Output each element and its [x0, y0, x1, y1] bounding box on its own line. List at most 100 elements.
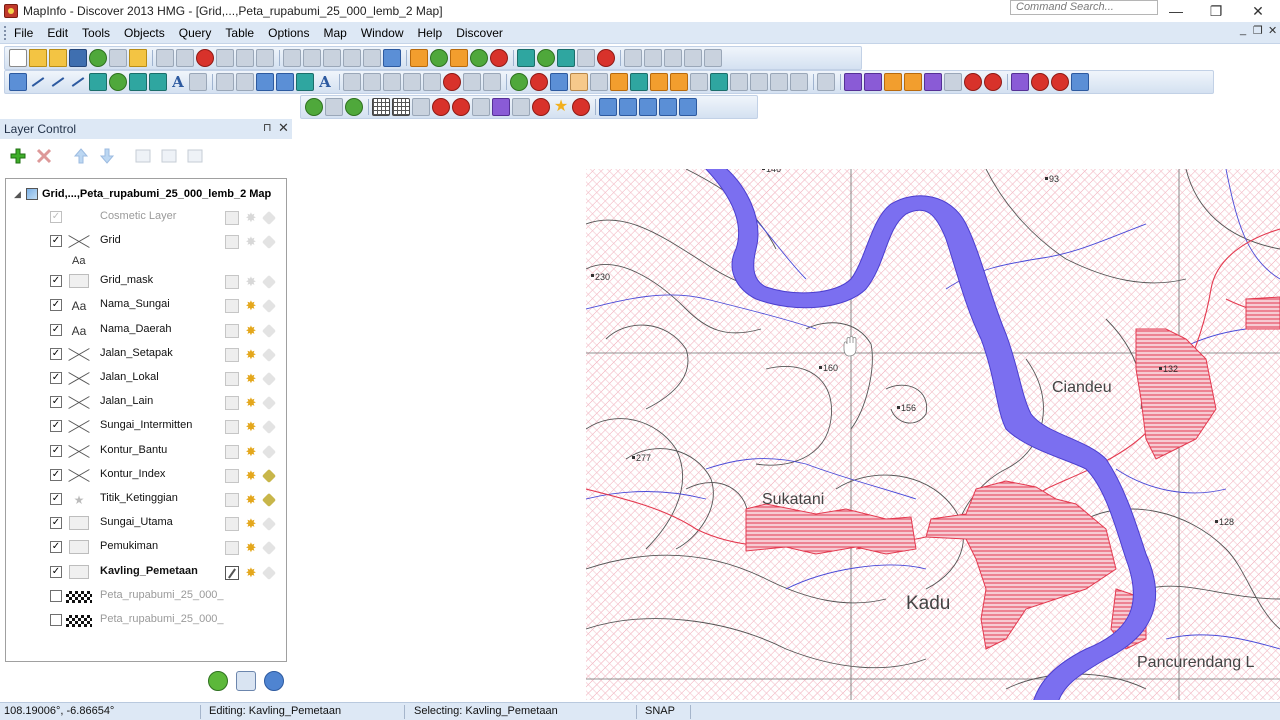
layer-row[interactable]: ✓ Grid Aa ✸	[6, 231, 286, 267]
editable-toggle-icon[interactable]	[225, 420, 239, 435]
layer-row[interactable]: ✓ Kontur_Index ✸	[6, 465, 286, 487]
help-circle-icon[interactable]	[264, 671, 284, 691]
clear-target-icon[interactable]	[750, 73, 768, 91]
change-view-icon[interactable]	[684, 49, 702, 67]
layer-name[interactable]: Cosmetic Layer	[100, 210, 176, 222]
label-tool-icon[interactable]	[610, 73, 628, 91]
stop-icon[interactable]	[572, 98, 590, 116]
pencil-edit-icon[interactable]	[984, 73, 1002, 91]
move-up-icon[interactable]	[72, 147, 90, 165]
layer-visibility-checkbox[interactable]: ✓	[50, 396, 62, 409]
add-layer-icon[interactable]	[9, 147, 27, 165]
legend-icon[interactable]	[690, 73, 708, 91]
autolabel-toggle-icon[interactable]	[261, 210, 277, 226]
line-style-icon[interactable]	[66, 371, 92, 387]
editable-toggle-icon[interactable]	[225, 323, 239, 338]
connect-icon[interactable]	[679, 98, 697, 116]
autolabel-toggle-icon[interactable]	[261, 565, 277, 580]
selectable-toggle-icon[interactable]: ✸	[244, 444, 258, 459]
layer-row[interactable]: Peta_rupabumi_25_000_	[6, 586, 286, 608]
layer-row[interactable]: ✓ Sungai_Intermitten ✸	[6, 416, 286, 438]
sort-icon[interactable]	[512, 98, 530, 116]
selectable-toggle-icon[interactable]: ✸	[244, 347, 258, 362]
map-window-icon[interactable]	[305, 98, 323, 116]
layer-name[interactable]: Titik_Ketinggian	[100, 492, 178, 504]
arc-tool-icon[interactable]	[69, 73, 87, 91]
layer-name[interactable]: Grid	[100, 234, 121, 246]
open-icon[interactable]	[29, 49, 47, 67]
set-target-icon[interactable]	[730, 73, 748, 91]
region-style-icon[interactable]	[69, 564, 89, 579]
open-workspace-icon[interactable]	[49, 49, 67, 67]
layer-name[interactable]: Peta_rupabumi_25_000_	[100, 589, 224, 601]
menu-edit[interactable]: Edit	[40, 22, 75, 44]
discover-tool-icon[interactable]	[490, 49, 508, 67]
menu-map[interactable]: Map	[316, 22, 353, 44]
ruler-icon[interactable]	[704, 49, 722, 67]
menu-window[interactable]: Window	[354, 22, 411, 44]
menu-options[interactable]: Options	[261, 22, 316, 44]
layer-name[interactable]: Jalan_Setapak	[100, 347, 173, 359]
autolabel-toggle-icon[interactable]	[261, 468, 277, 483]
layer-visibility-checkbox[interactable]: ✓	[50, 468, 62, 481]
save-workspace-icon[interactable]	[89, 49, 107, 67]
open-dbms-icon[interactable]	[129, 49, 147, 67]
ellipse-tool-icon[interactable]	[109, 73, 127, 91]
editable-toggle-icon[interactable]	[225, 517, 239, 532]
undo-icon[interactable]	[256, 49, 274, 67]
line-style-icon[interactable]	[66, 468, 92, 484]
layer-row[interactable]: ✓ Cosmetic Layer ✸	[6, 207, 286, 229]
layer-visibility-checkbox[interactable]: ✓	[50, 235, 62, 248]
refresh-icon[interactable]	[208, 671, 228, 691]
layer-visibility-checkbox[interactable]: ✓	[50, 565, 62, 578]
globe-icon[interactable]	[345, 98, 363, 116]
layer-label-icon[interactable]	[186, 147, 204, 165]
pan-hand-icon[interactable]	[570, 73, 588, 91]
layer-row[interactable]: ✓ ★ Titik_Ketinggian ✸	[6, 489, 286, 511]
layer-row[interactable]: ✓ Kontur_Bantu ✸	[6, 441, 286, 463]
pin-icon[interactable]: ⊓	[263, 121, 272, 134]
layer-visibility-checkbox[interactable]: ✓	[50, 493, 62, 505]
menu-objects[interactable]: Objects	[117, 22, 172, 44]
layer-visibility-checkbox[interactable]: ✓	[50, 541, 62, 554]
text-style-icon[interactable]: Aa	[66, 323, 92, 339]
previous-view-icon[interactable]	[644, 49, 662, 67]
layer-name[interactable]: Nama_Daerah	[100, 323, 172, 335]
sql-select-icon[interactable]	[517, 49, 535, 67]
layer-name[interactable]: Kontur_Index	[100, 468, 165, 480]
new-mapper-icon[interactable]	[303, 49, 321, 67]
layer-visibility-checkbox[interactable]: ✓	[50, 444, 62, 457]
menu-tools[interactable]: Tools	[75, 22, 117, 44]
remove-layer-icon[interactable]	[35, 147, 53, 165]
layer-name[interactable]: Sungai_Intermitten	[100, 419, 192, 431]
erase-icon[interactable]	[790, 73, 808, 91]
revert-icon[interactable]	[109, 49, 127, 67]
coordinate-icon[interactable]	[599, 98, 617, 116]
layer-control-tool-icon[interactable]	[650, 73, 668, 91]
grid-table-icon[interactable]	[392, 98, 410, 116]
tool-manager-icon[interactable]	[410, 49, 428, 67]
menu-query[interactable]: Query	[172, 22, 219, 44]
seamless-icon[interactable]	[492, 98, 510, 116]
region-style-icon[interactable]	[296, 73, 314, 91]
layer-row[interactable]: ✓ Aa Nama_Daerah ✸	[6, 320, 286, 342]
editable-toggle-icon[interactable]	[225, 299, 239, 314]
report-icon[interactable]	[532, 98, 550, 116]
editable-toggle-icon[interactable]	[225, 493, 239, 507]
region-style-icon[interactable]	[69, 516, 89, 531]
reshape-icon[interactable]	[216, 73, 234, 91]
polygon-select-icon[interactable]	[403, 73, 421, 91]
table-grid-icon[interactable]	[944, 73, 962, 91]
selectable-toggle-icon[interactable]: ✸	[244, 323, 258, 338]
line-tool-icon[interactable]	[29, 73, 47, 91]
radius-select-icon[interactable]	[383, 73, 401, 91]
layer-name[interactable]: Pemukiman	[100, 540, 158, 552]
status-selecting[interactable]: Selecting: Kavling_Pemetaan	[414, 705, 558, 717]
layer-properties-icon[interactable]	[134, 147, 152, 165]
selectable-toggle-icon[interactable]: ✸	[244, 517, 258, 531]
layer-visibility-checkbox[interactable]: ✓	[50, 275, 62, 288]
raster-image-icon[interactable]	[66, 615, 92, 627]
drag-map-icon[interactable]	[630, 73, 648, 91]
browser-window-icon[interactable]	[325, 98, 343, 116]
layer-name[interactable]: Nama_Sungai	[100, 298, 170, 310]
